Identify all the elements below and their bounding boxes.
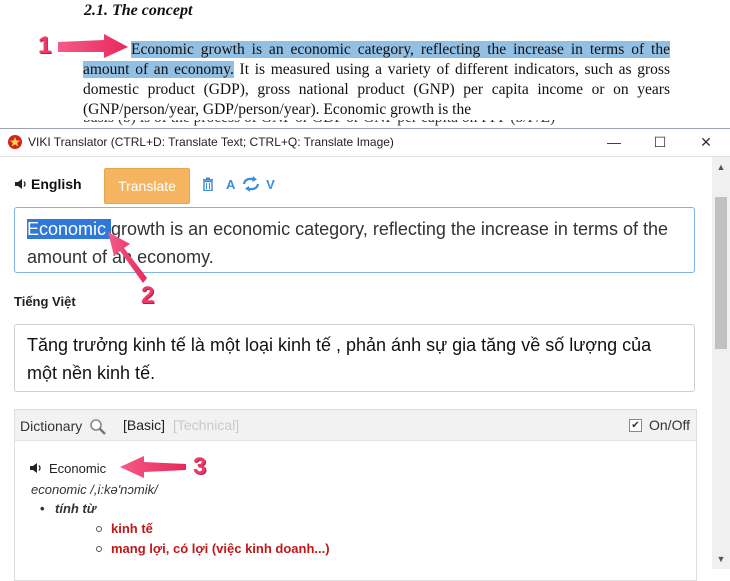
annotation-number-2: 2 xyxy=(141,282,155,309)
annotation-overlay xyxy=(58,34,186,478)
annotation-arrow-3 xyxy=(120,456,186,478)
annotation-arrow-2 xyxy=(108,232,147,283)
annotation-number-1: 1 xyxy=(38,32,52,59)
annotation-number-3: 3 xyxy=(193,453,207,480)
annotation-arrow-1 xyxy=(58,34,128,58)
